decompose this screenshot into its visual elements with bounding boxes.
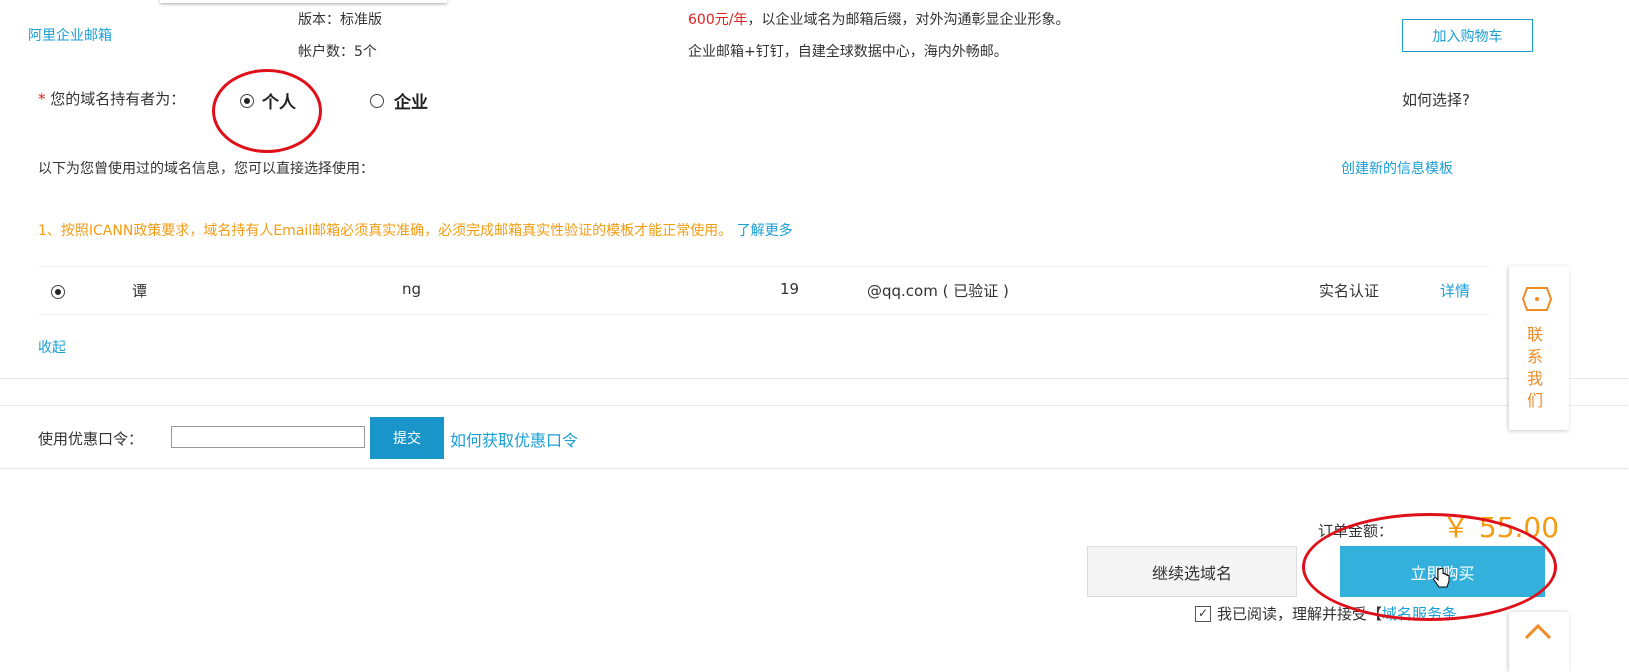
template-email: @qq.com ( 已验证 ) [867, 282, 1009, 300]
template-realname-status: 实名认证 [1319, 282, 1380, 300]
add-to-cart-button[interactable]: 加入购物车 [1402, 19, 1533, 52]
product-name-link[interactable]: 阿里企业邮箱 [28, 25, 112, 45]
history-note: 以下为您曾使用过的域名信息，您可以直接选择使用： [38, 161, 374, 177]
radio-company[interactable]: 企业 [370, 88, 428, 113]
contact-us-widget[interactable]: 联系我们 [1509, 266, 1569, 430]
continue-select-domain-button[interactable]: 继续选域名 [1087, 546, 1297, 597]
coupon-panel: 使用优惠口令： 提交 如何获取优惠口令 [0, 405, 1628, 469]
learn-more-link[interactable]: 了解更多 [737, 223, 793, 239]
how-get-coupon-link[interactable]: 如何获取优惠口令 [450, 427, 578, 451]
product-desc-line2: 企业邮箱+钉钉，自建全球数据中心，海内外畅邮。 [688, 44, 1008, 60]
template-row[interactable]: 谭 ng 19 @qq.com ( 已验证 ) 实名认证 详情 [38, 266, 1490, 315]
coupon-submit-button[interactable]: 提交 [370, 417, 444, 459]
chat-icon [1521, 287, 1553, 311]
collapse-link[interactable]: 收起 [38, 337, 66, 357]
template-name: 谭 [132, 282, 148, 300]
annotation-circle-buy [1302, 513, 1557, 621]
contact-us-label: 联系我们 [1527, 325, 1544, 410]
icann-notice: 1、按照ICANN政策要求，域名持有人Email邮箱必须真实准确，必须完成邮箱真… [38, 220, 793, 240]
template-name-part2: ng [402, 280, 422, 298]
product-version: 版本：标准版 [298, 12, 382, 28]
annotation-circle-personal [212, 69, 322, 153]
create-template-link[interactable]: 创建新的信息模板 [1341, 158, 1453, 178]
chevron-up-icon [1524, 623, 1552, 640]
back-to-top-button[interactable] [1509, 612, 1569, 672]
template-details-link[interactable]: 详情 [1440, 280, 1470, 301]
holder-label-text: 您的域名持有者为： [50, 90, 186, 108]
product-accounts: 帐户数：5个 [298, 44, 377, 60]
holder-label: * 您的域名持有者为： [38, 88, 185, 109]
template-row-radio[interactable] [51, 284, 65, 299]
how-to-choose-link[interactable]: 如何选择? [1402, 89, 1470, 110]
product-desc-line1: 600元/年，以企业域名为邮箱后缀，对外沟通彰显企业形象。 [688, 9, 1069, 29]
icann-notice-text: 1、按照ICANN政策要求，域名持有人Email邮箱必须真实准确，必须完成邮箱真… [38, 223, 733, 239]
coupon-input[interactable] [171, 426, 365, 448]
agree-checkbox[interactable]: ✓ [1195, 605, 1211, 622]
product-price: 600元/年 [688, 12, 748, 28]
required-mark: * [38, 90, 46, 108]
template-phone: 19 [780, 280, 800, 298]
radio-company-label: 企业 [394, 93, 428, 113]
radio-company-circle[interactable] [370, 93, 384, 108]
product-desc1: ，以企业域名为邮箱后缀，对外沟通彰显企业形象。 [747, 12, 1070, 28]
dropdown-shadow [160, 0, 447, 3]
coupon-label: 使用优惠口令： [38, 430, 144, 448]
product-panel: 阿里企业邮箱 版本：标准版 帐户数：5个 600元/年，以企业域名为邮箱后缀，对… [0, 0, 1628, 70]
